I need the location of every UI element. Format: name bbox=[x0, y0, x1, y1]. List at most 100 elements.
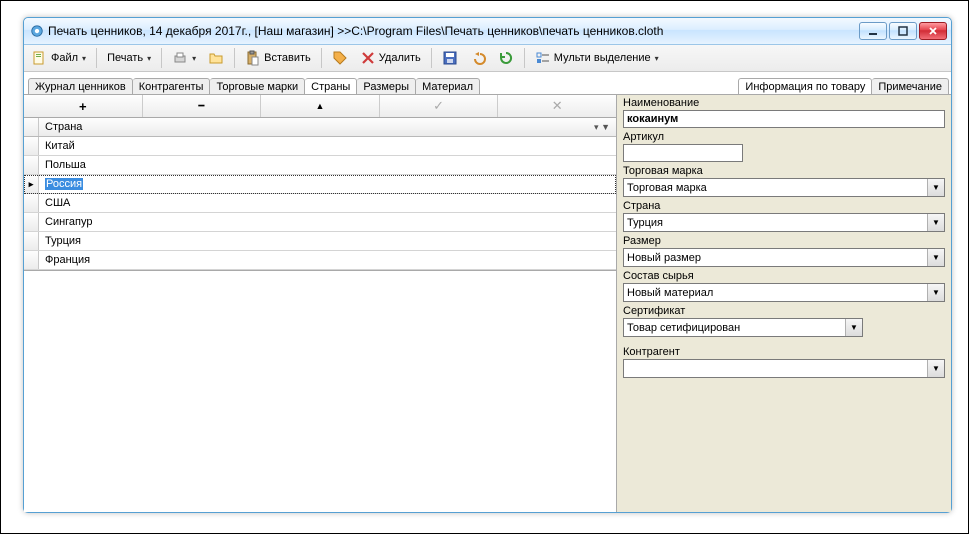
record-nav-toolbar: + ━ ▲ ✓ ✕ bbox=[24, 95, 616, 118]
column-header-country[interactable]: Страна ⠀▾ ▼ bbox=[39, 118, 616, 136]
row-gutter bbox=[24, 175, 39, 193]
label-article: Артикул bbox=[623, 131, 945, 143]
row-gutter bbox=[24, 137, 39, 155]
delete-button[interactable]: Удалить bbox=[356, 48, 425, 68]
tab-brands[interactable]: Торговые марки bbox=[210, 78, 305, 95]
right-panel: Наименование Артикул Торговая марка Торг… bbox=[617, 95, 951, 512]
main-toolbar: Файл ▾ Печать ▾ ▾ Вставить bbox=[24, 45, 951, 72]
tab-material[interactable]: Материал bbox=[416, 78, 480, 95]
tab-label: Контрагенты bbox=[139, 81, 204, 93]
combo-cert[interactable]: Товар сетифицирован ▼ bbox=[623, 318, 863, 337]
nav-cancel[interactable]: ✕ bbox=[498, 95, 616, 117]
multi-select-button[interactable]: Мульти выделение ▾ bbox=[531, 48, 663, 68]
column-header-label: Страна bbox=[45, 121, 82, 133]
chevron-down-icon: ▼ bbox=[927, 179, 944, 196]
label-name: Наименование bbox=[623, 97, 945, 109]
paste-button[interactable]: Вставить bbox=[241, 48, 315, 68]
print-menu[interactable]: Печать ▾ bbox=[103, 50, 155, 66]
printer-icon bbox=[172, 50, 188, 66]
combo-value: Товар сетифицирован bbox=[624, 322, 845, 334]
input-article[interactable] bbox=[623, 144, 743, 162]
file-menu[interactable]: Файл ▾ bbox=[28, 48, 90, 68]
minus-icon: ━ bbox=[198, 101, 204, 112]
row-gutter bbox=[24, 156, 39, 174]
plus-icon: + bbox=[79, 99, 87, 114]
tab-contragents[interactable]: Контрагенты bbox=[133, 78, 211, 95]
open-button[interactable] bbox=[204, 48, 228, 68]
check-icon: ✓ bbox=[433, 98, 444, 114]
combo-counter[interactable]: ▼ bbox=[623, 359, 945, 378]
label-country: Страна bbox=[623, 200, 945, 212]
file-menu-label: Файл bbox=[51, 52, 78, 64]
chevron-down-icon: ▼ bbox=[927, 360, 944, 377]
close-button[interactable] bbox=[919, 22, 947, 40]
tab-label: Размеры bbox=[363, 81, 409, 93]
window-title: Печать ценников, 14 декабря 2017г., [Наш… bbox=[48, 24, 859, 38]
paste-button-label: Вставить bbox=[264, 52, 311, 64]
delete-button-label: Удалить bbox=[379, 52, 421, 64]
combo-brand[interactable]: Торговая марка ▼ bbox=[623, 178, 945, 197]
nav-accept[interactable]: ✓ bbox=[380, 95, 499, 117]
label-cert: Сертификат bbox=[623, 305, 945, 317]
content-area: + ━ ▲ ✓ ✕ Страна ⠀▾ ▼ К bbox=[24, 95, 951, 512]
chevron-down-icon: ▼ bbox=[927, 249, 944, 266]
delete-icon bbox=[360, 50, 376, 66]
app-window: Печать ценников, 14 декабря 2017г., [Наш… bbox=[23, 17, 952, 513]
label-size: Размер bbox=[623, 235, 945, 247]
combo-size[interactable]: Новый размер ▼ bbox=[623, 248, 945, 267]
combo-value: Новый материал bbox=[624, 287, 927, 299]
chevron-down-icon: ▼ bbox=[927, 214, 944, 231]
open-folder-icon bbox=[208, 50, 224, 66]
nav-remove[interactable]: ━ bbox=[143, 95, 262, 117]
title-bar: Печать ценников, 14 декабря 2017г., [Наш… bbox=[24, 18, 951, 45]
nav-up[interactable]: ▲ bbox=[261, 95, 380, 117]
chevron-down-icon: ▼ bbox=[927, 284, 944, 301]
label-brand: Торговая марка bbox=[623, 165, 945, 177]
label-counter: Контрагент bbox=[623, 346, 945, 358]
cancel-x-icon: ✕ bbox=[552, 98, 563, 114]
triangle-up-icon: ▲ bbox=[316, 101, 325, 111]
row-gutter bbox=[24, 251, 39, 269]
tab-journal[interactable]: Журнал ценников bbox=[28, 78, 133, 95]
undo-button[interactable] bbox=[466, 48, 490, 68]
row-gutter bbox=[24, 232, 39, 250]
tab-product-info[interactable]: Информация по товару bbox=[738, 78, 872, 95]
row-gutter bbox=[24, 213, 39, 231]
multi-select-label: Мульти выделение bbox=[554, 52, 651, 64]
clipboard-paste-icon bbox=[245, 50, 261, 66]
nav-add[interactable]: + bbox=[24, 95, 143, 117]
combo-country[interactable]: Турция ▼ bbox=[623, 213, 945, 232]
tab-countries[interactable]: Страны bbox=[305, 78, 357, 95]
chevron-down-icon: ▼ bbox=[845, 319, 862, 336]
save-button[interactable] bbox=[438, 48, 462, 68]
refresh-button[interactable] bbox=[494, 48, 518, 68]
tab-note[interactable]: Примечание bbox=[872, 78, 949, 95]
tabs-left: Журнал ценников Контрагенты Торговые мар… bbox=[28, 77, 620, 94]
undo-arrow-icon bbox=[470, 50, 486, 66]
tab-label: Материал bbox=[422, 81, 473, 93]
input-name[interactable] bbox=[623, 110, 945, 128]
refresh-icon bbox=[498, 50, 514, 66]
tag-icon bbox=[332, 50, 348, 66]
file-icon bbox=[32, 50, 48, 66]
table-row[interactable]: Франция bbox=[24, 251, 616, 270]
printer-button[interactable]: ▾ bbox=[168, 48, 200, 68]
print-menu-label: Печать bbox=[107, 52, 143, 64]
tab-sizes[interactable]: Размеры bbox=[357, 78, 416, 95]
minimize-button[interactable] bbox=[859, 22, 887, 40]
grid-area: Страна ⠀▾ ▼ КитайПольшаРоссияСШАСингапур… bbox=[24, 118, 616, 512]
grid-body: КитайПольшаРоссияСШАСингапурТурцияФранци… bbox=[24, 137, 616, 270]
floppy-save-icon bbox=[442, 50, 458, 66]
tabs-right: Информация по товару Примечание bbox=[734, 77, 949, 94]
combo-material[interactable]: Новый материал ▼ bbox=[623, 283, 945, 302]
multiselect-icon bbox=[535, 50, 551, 66]
tab-label: Страны bbox=[311, 81, 350, 93]
tag-button[interactable] bbox=[328, 48, 352, 68]
tab-label: Торговые марки bbox=[216, 81, 298, 93]
maximize-button[interactable] bbox=[889, 22, 917, 40]
tab-label: Примечание bbox=[878, 81, 942, 93]
combo-value: Торговая марка bbox=[624, 182, 927, 194]
cell-country: Франция bbox=[39, 249, 616, 271]
row-gutter bbox=[24, 194, 39, 212]
sort-indicator-icon: ⠀▾ ▼ bbox=[587, 122, 610, 133]
